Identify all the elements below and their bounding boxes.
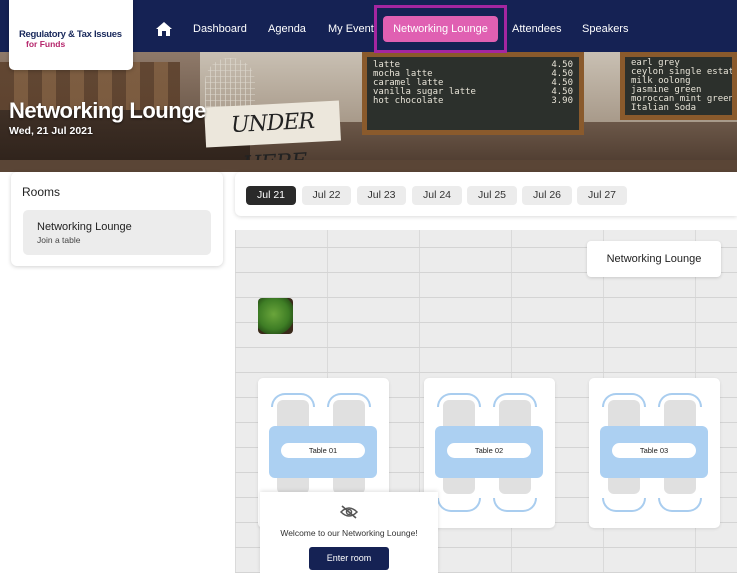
- event-logo[interactable]: Regulatory & Tax Issues for Funds: [9, 0, 133, 70]
- home-icon[interactable]: [155, 21, 173, 37]
- banner-sign: UNDER HERE: [204, 100, 341, 172]
- table-label: Table 03: [612, 443, 696, 458]
- seat-arc: [271, 393, 315, 407]
- table-top: Table 01: [269, 426, 377, 478]
- table-card-03[interactable]: Table 03: [589, 378, 720, 528]
- enter-room-button[interactable]: Enter room: [309, 547, 389, 570]
- tea-chalkboard: earl grey ceylon single estate milk oolo…: [620, 52, 737, 120]
- nav-speakers[interactable]: Speakers: [582, 23, 628, 35]
- welcome-message: Welcome to our Networking Lounge!: [280, 528, 418, 538]
- room-subtitle: Join a table: [37, 235, 81, 245]
- table-top: Table 03: [600, 426, 708, 478]
- tab-jul-24[interactable]: Jul 24: [412, 186, 462, 205]
- nav-dashboard[interactable]: Dashboard: [193, 23, 247, 35]
- seat-arc: [658, 498, 702, 512]
- seat-arc: [493, 498, 537, 512]
- seat-arc: [327, 393, 371, 407]
- banner-table: [0, 160, 737, 172]
- tab-jul-25[interactable]: Jul 25: [467, 186, 517, 205]
- welcome-popup: Welcome to our Networking Lounge! Enter …: [260, 492, 438, 573]
- rooms-panel: Rooms Networking Lounge Join a table: [11, 172, 223, 266]
- page-title: Networking Lounge: [9, 98, 206, 123]
- table-top: Table 02: [435, 426, 543, 478]
- tab-jul-22[interactable]: Jul 22: [302, 186, 351, 205]
- seat-arc: [602, 498, 646, 512]
- rooms-heading: Rooms: [22, 185, 61, 199]
- menu-chalkboard: latte 4.50 mocha latte 4.50 caramel latte 4…: [362, 52, 584, 135]
- seat-arc: [493, 393, 537, 407]
- tab-jul-21[interactable]: Jul 21: [246, 186, 296, 205]
- seat-arc: [437, 498, 481, 512]
- page-date: Wed, 21 Jul 2021: [9, 125, 93, 137]
- plant-icon: [258, 298, 293, 334]
- tab-jul-23[interactable]: Jul 23: [357, 186, 406, 205]
- seat-arc: [437, 393, 481, 407]
- nav-networking-lounge[interactable]: Networking Lounge: [383, 16, 498, 42]
- logo-subtitle: for Funds: [26, 39, 66, 49]
- tab-jul-27[interactable]: Jul 27: [577, 186, 627, 205]
- lounge-label: Networking Lounge: [587, 241, 721, 277]
- nav-my-event[interactable]: My Event: [328, 23, 374, 35]
- room-item-networking-lounge[interactable]: Networking Lounge Join a table: [23, 210, 211, 255]
- tab-jul-26[interactable]: Jul 26: [522, 186, 572, 205]
- table-label: Table 01: [281, 443, 365, 458]
- nav-agenda[interactable]: Agenda: [268, 23, 306, 35]
- nav-attendees[interactable]: Attendees: [512, 23, 562, 35]
- room-name: Networking Lounge: [37, 221, 132, 233]
- seat-arc: [658, 393, 702, 407]
- table-label: Table 02: [447, 443, 531, 458]
- table-card-02[interactable]: Table 02: [424, 378, 555, 528]
- date-tabs: Jul 21 Jul 22 Jul 23 Jul 24 Jul 25 Jul 2…: [235, 172, 737, 216]
- seat-arc: [602, 393, 646, 407]
- eye-off-icon: [339, 505, 359, 519]
